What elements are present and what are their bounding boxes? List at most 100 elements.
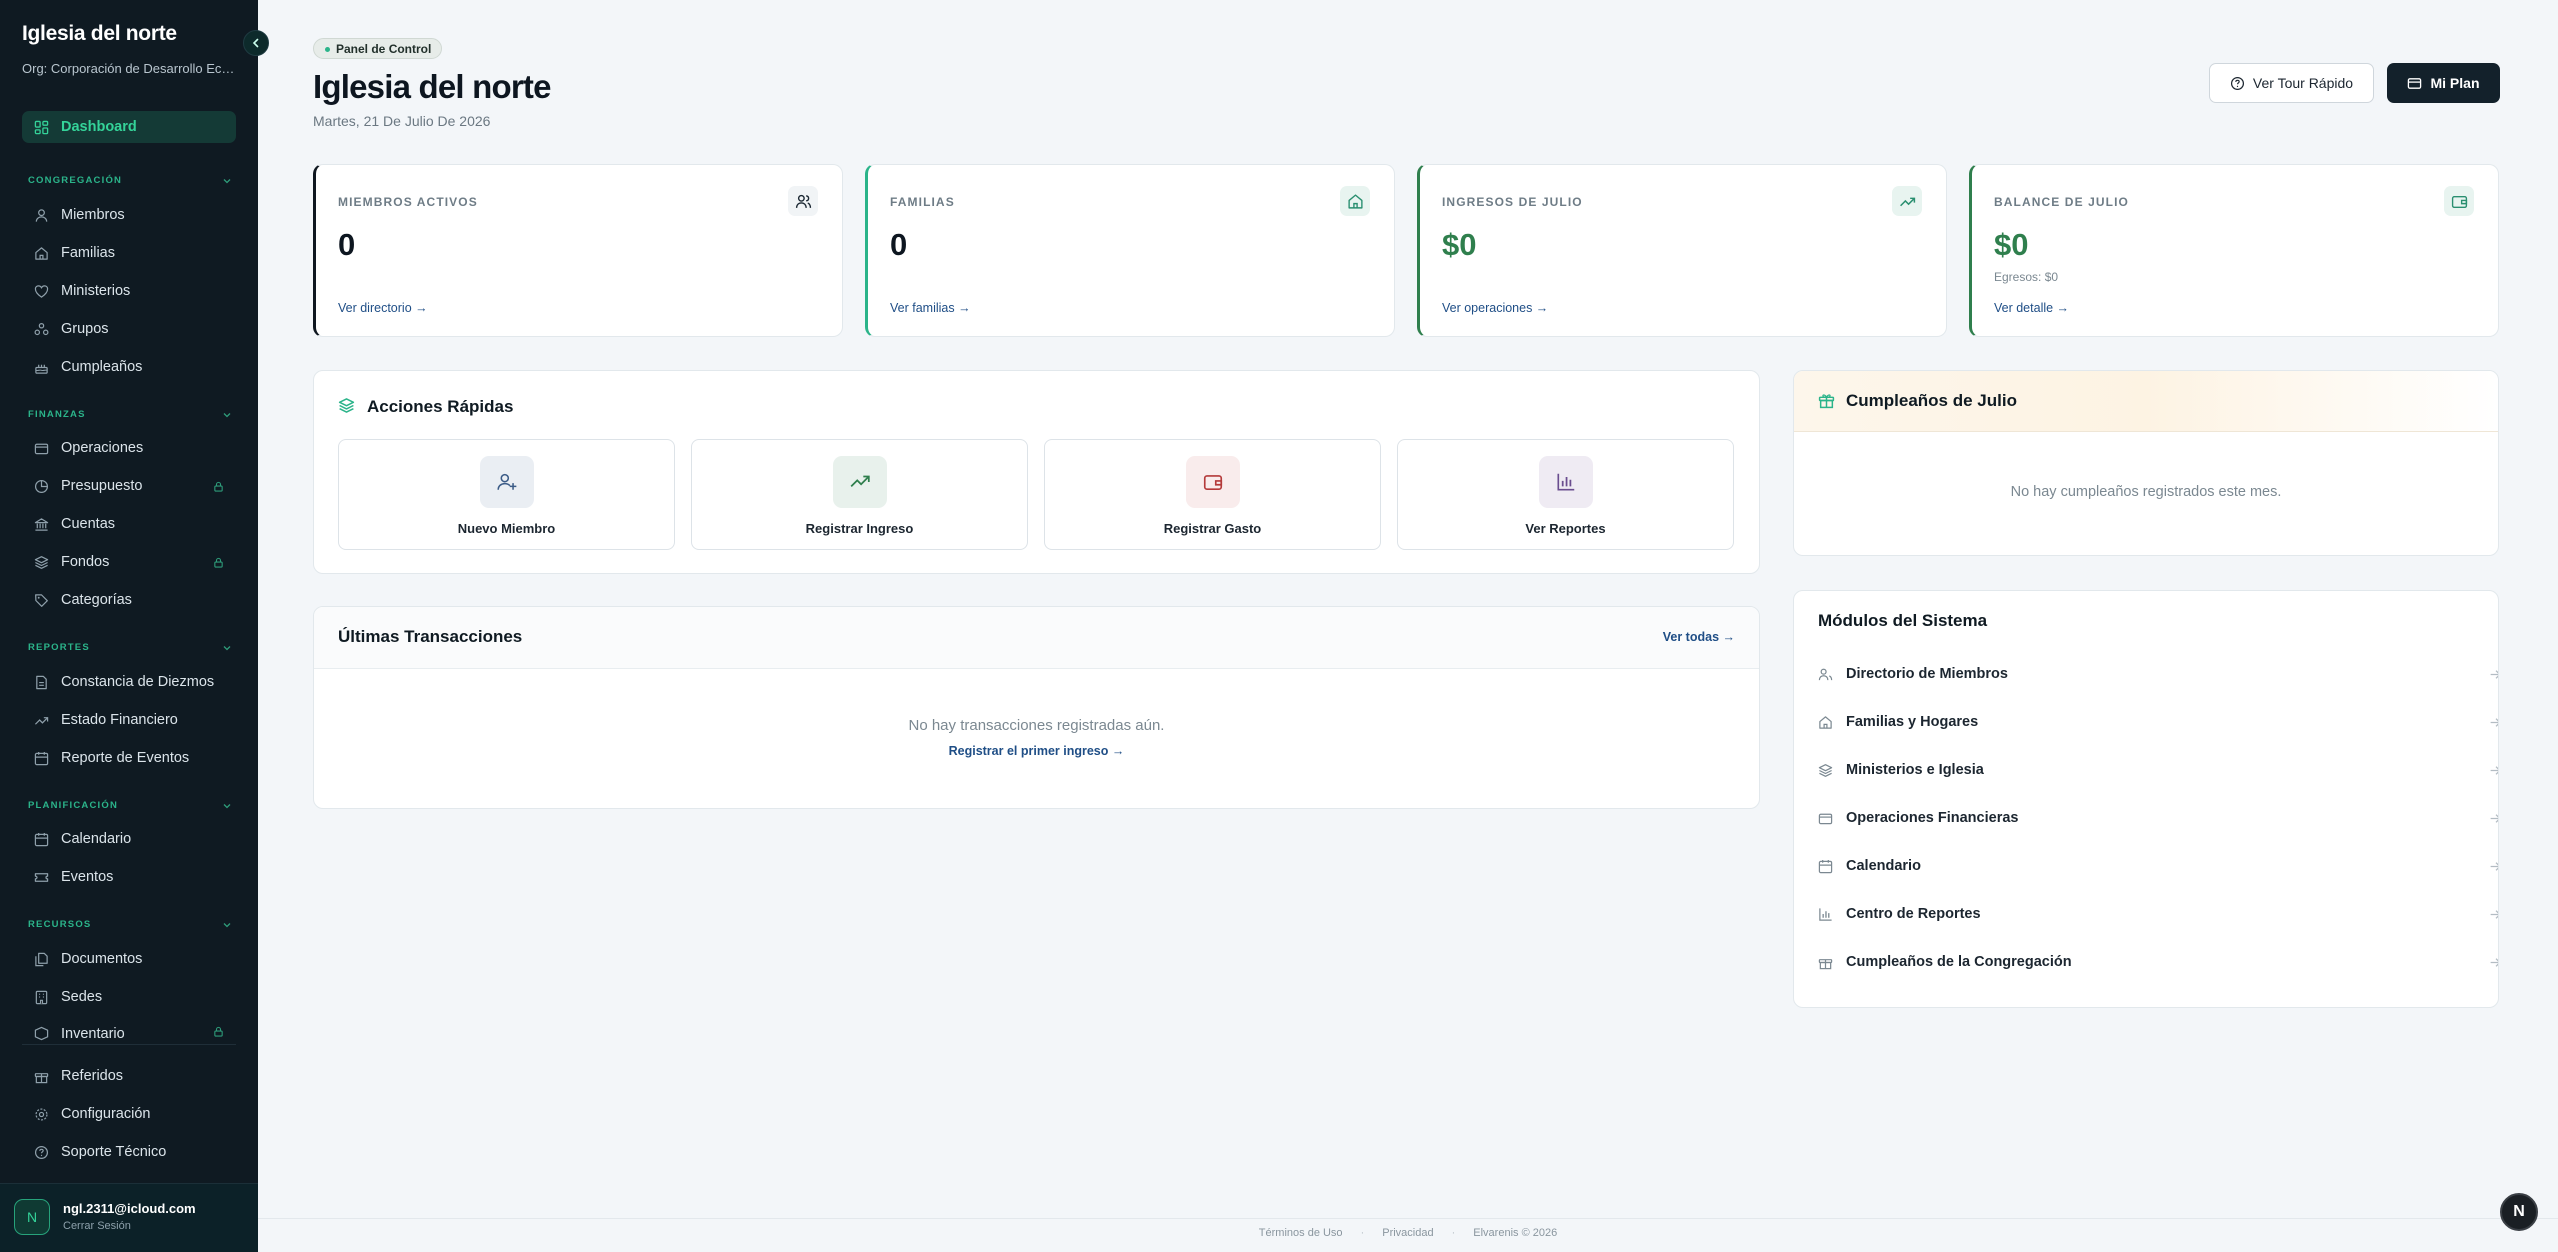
register-income-action[interactable]: Registrar Ingreso [691,439,1028,550]
layers-icon [34,555,49,570]
sidebar-item-eventos[interactable]: Eventos [22,862,236,892]
gear-icon [34,1107,49,1122]
sidebar-item-referidos[interactable]: Referidos [22,1061,236,1091]
module-cumpleanos[interactable]: Cumpleaños de la Congregación [1818,947,2498,977]
empty-birthdays-text: No hay cumpleaños registrados este mes. [2010,484,2282,500]
sidebar-item-label: Operaciones [61,440,144,456]
pie-chart-icon [34,479,49,494]
section-planificacion[interactable]: PLANIFICACIÓN [28,800,232,811]
sidebar-item-calendario[interactable]: Calendario [22,824,236,854]
sidebar-item-soporte[interactable]: Soporte Técnico [22,1137,236,1167]
section-label: FINANZAS [28,409,86,420]
section-congregacion[interactable]: CONGREGACIÓN [28,175,232,186]
sidebar-item-ministerios[interactable]: Ministerios [22,276,236,306]
stat-value: 0 [890,227,908,262]
sidebar-item-label: Fondos [61,554,110,570]
calendar-icon [34,832,49,847]
collapse-sidebar-button[interactable] [243,30,269,56]
wallet-icon [1818,811,1833,826]
module-calendario[interactable]: Calendario [1818,851,2498,881]
sidebar-item-label: Configuración [61,1106,151,1122]
stat-label: INGRESOS DE JULIO [1442,195,1583,209]
sidebar-item-estado[interactable]: Estado Financiero [22,705,236,735]
sidebar-item-miembros[interactable]: Miembros [22,200,236,230]
stat-card-miembros: MIEMBROS ACTIVOS 0 Ver directorio → [313,164,843,337]
user-panel: N ngl.2311@icloud.com Cerrar Sesión [0,1183,258,1252]
sidebar-item-label: Sedes [61,989,103,1005]
stat-link[interactable]: Ver operaciones → [1442,301,1548,315]
stat-link[interactable]: Ver detalle → [1994,301,2069,315]
arrow-right-icon [2489,716,2498,729]
sidebar-item-fondos[interactable]: Fondos [22,547,236,577]
module-label: Centro de Reportes [1846,906,1981,922]
sidebar-item-label: Categorías [61,592,132,608]
module-label: Directorio de Miembros [1846,666,2008,682]
new-member-action[interactable]: Nuevo Miembro [338,439,675,550]
footer-separator: · [1360,1227,1365,1239]
ticket-icon [34,870,49,885]
sidebar-item-label: Calendario [61,831,132,847]
arrow-right-icon [2489,764,2498,777]
register-expense-action[interactable]: Registrar Gasto [1044,439,1381,550]
gift-icon [34,1069,49,1084]
terms-link[interactable]: Términos de Uso [1259,1227,1343,1239]
section-finanzas[interactable]: FINANZAS [28,409,232,420]
transactions-title: Últimas Transacciones [338,627,523,646]
stat-link[interactable]: Ver directorio → [338,301,428,315]
users-icon [34,208,49,223]
sidebar: Iglesia del norte Org: Corporación de De… [0,0,269,1252]
sidebar-item-grupos[interactable]: Grupos [22,314,236,344]
cake-icon [34,360,49,375]
section-recursos[interactable]: RECURSOS [28,919,232,930]
sidebar-item-sedes[interactable]: Sedes [22,982,236,1012]
sidebar-item-cumpleanos[interactable]: Cumpleaños [22,352,236,382]
logout-link[interactable]: Cerrar Sesión [63,1220,131,1232]
action-label: Registrar Ingreso [805,521,914,536]
my-plan-label: Mi Plan [2430,75,2480,91]
sidebar-item-documentos[interactable]: Documentos [22,944,236,974]
sidebar-item-constancia[interactable]: Constancia de Diezmos [22,667,236,697]
avatar[interactable]: N [14,1199,50,1235]
sidebar-item-dashboard[interactable]: Dashboard [22,111,236,143]
sidebar-item-label: Inventario [61,1026,125,1042]
home-icon [34,246,49,261]
section-label: CONGREGACIÓN [28,175,123,186]
module-directorio[interactable]: Directorio de Miembros [1818,659,2498,689]
module-reportes[interactable]: Centro de Reportes [1818,899,2498,929]
trend-up-icon [34,713,49,728]
bar-chart-icon [1818,907,1833,922]
sidebar-item-reporte-eventos[interactable]: Reporte de Eventos [22,743,236,773]
module-familias[interactable]: Familias y Hogares [1818,707,2498,737]
quick-tour-button[interactable]: Ver Tour Rápido [2209,63,2374,103]
page-date: Martes, 21 De Julio De 2026 [313,113,491,129]
sidebar-item-presupuesto[interactable]: Presupuesto [22,471,236,501]
sidebar-item-label: Reporte de Eventos [61,750,190,766]
module-label: Cumpleaños de la Congregación [1846,954,2072,970]
stat-card-familias: FAMILIAS 0 Ver familias → [865,164,1395,337]
chevron-down-icon [222,920,232,930]
privacy-link[interactable]: Privacidad [1382,1227,1433,1239]
module-ministerios[interactable]: Ministerios e Iglesia [1818,755,2498,785]
nextjs-indicator-button[interactable]: N [2500,1193,2538,1231]
view-reports-action[interactable]: Ver Reportes [1397,439,1734,550]
my-plan-button[interactable]: Mi Plan [2387,63,2500,103]
sidebar-item-operaciones[interactable]: Operaciones [22,433,236,463]
sidebar-item-inventario[interactable]: Inventario [22,1020,236,1042]
stat-link[interactable]: Ver familias → [890,301,971,315]
module-operaciones[interactable]: Operaciones Financieras [1818,803,2498,833]
section-reportes[interactable]: REPORTES [28,642,232,653]
sidebar-item-label: Cumpleaños [61,359,143,375]
arrow-right-icon [2489,812,2498,825]
sidebar-item-cuentas[interactable]: Cuentas [22,509,236,539]
modules-panel: Módulos del Sistema Directorio de Miembr… [1793,590,2499,1008]
sidebar-item-configuracion[interactable]: Configuración [22,1099,236,1129]
view-all-link[interactable]: Ver todas → [1663,630,1735,644]
module-label: Operaciones Financieras [1846,810,2019,826]
register-first-income-link[interactable]: Registrar el primer ingreso → [314,744,1759,758]
tag-icon [34,593,49,608]
sidebar-item-categorias[interactable]: Categorías [22,585,236,615]
section-label: PLANIFICACIÓN [28,800,119,811]
sidebar-item-label: Dashboard [61,119,137,135]
sidebar-item-label: Constancia de Diezmos [61,674,215,690]
sidebar-item-familias[interactable]: Familias [22,238,236,268]
